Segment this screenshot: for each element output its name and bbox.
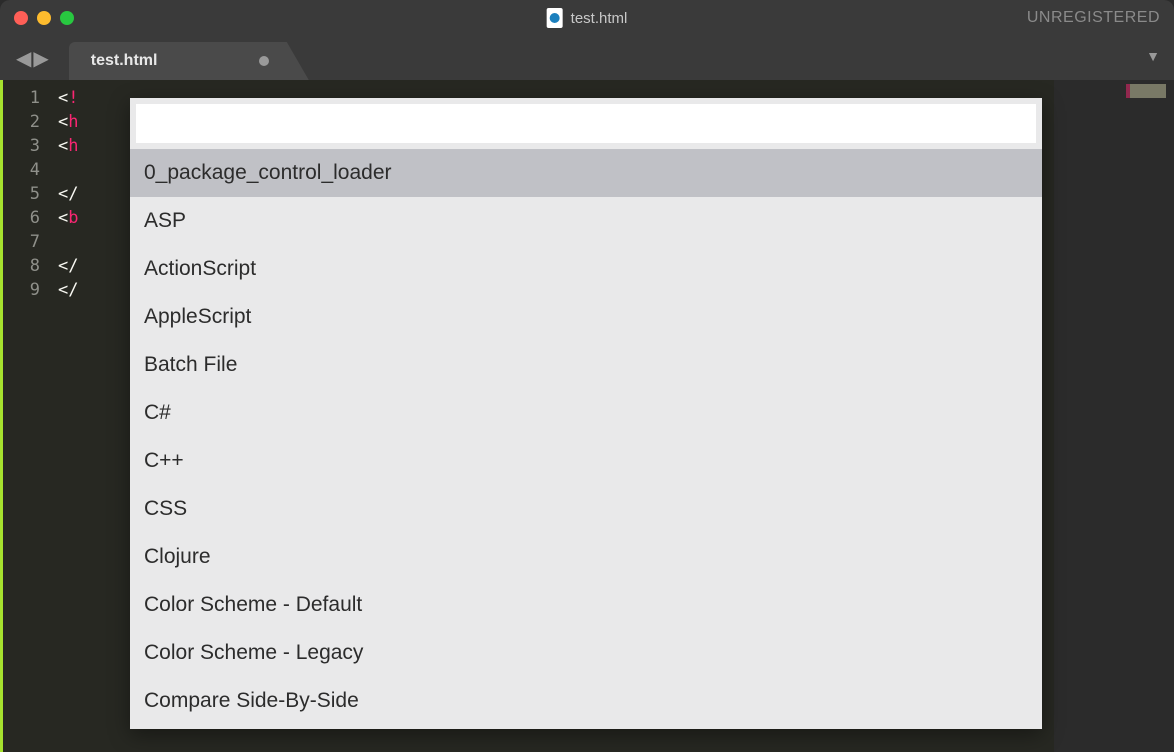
palette-input-wrap <box>136 104 1036 143</box>
gutter: 1 2 3 4 5 6 7 8 9 <box>0 80 58 752</box>
window-title-text: test.html <box>571 10 628 27</box>
line-number: 7 <box>3 230 58 254</box>
registration-status: UNREGISTERED <box>1027 9 1160 27</box>
palette-search-input[interactable] <box>146 112 1026 135</box>
palette-item[interactable]: Color Scheme - Default <box>130 581 1042 629</box>
maximize-window-button[interactable] <box>60 11 74 25</box>
nav-back-icon[interactable]: ◀ <box>16 46 31 71</box>
palette-list: 0_package_control_loader ASP ActionScrip… <box>130 149 1042 729</box>
tab-menu-icon[interactable]: ▼ <box>1146 48 1160 64</box>
palette-item[interactable]: 0_package_control_loader <box>130 149 1042 197</box>
palette-item[interactable]: C++ <box>130 437 1042 485</box>
tab-bar: ◀ ▶ test.html ▼ <box>0 36 1174 80</box>
line-number: 5 <box>3 182 58 206</box>
line-number: 6 <box>3 206 58 230</box>
line-number: 1 <box>3 86 58 110</box>
palette-item[interactable]: CSS <box>130 485 1042 533</box>
file-type-icon <box>547 8 563 28</box>
palette-item[interactable]: ASP <box>130 197 1042 245</box>
line-number: 2 <box>3 110 58 134</box>
titlebar: test.html UNREGISTERED <box>0 0 1174 36</box>
line-number: 4 <box>3 158 58 182</box>
command-palette: 0_package_control_loader ASP ActionScrip… <box>130 98 1042 729</box>
nav-forward-icon[interactable]: ▶ <box>33 46 48 71</box>
palette-item[interactable]: Batch File <box>130 341 1042 389</box>
tab-label: test.html <box>91 52 158 70</box>
palette-item[interactable]: ActionScript <box>130 245 1042 293</box>
dirty-indicator-icon <box>259 56 269 66</box>
palette-item[interactable]: Clojure <box>130 533 1042 581</box>
window-title: test.html <box>547 8 628 28</box>
tab-test-html[interactable]: test.html <box>69 42 309 80</box>
palette-item[interactable]: AppleScript <box>130 293 1042 341</box>
palette-item[interactable]: Compare Side-By-Side <box>130 677 1042 725</box>
palette-item[interactable]: C# <box>130 389 1042 437</box>
close-window-button[interactable] <box>14 11 28 25</box>
line-number: 3 <box>3 134 58 158</box>
minimap[interactable] <box>1054 80 1174 752</box>
line-number: 9 <box>3 278 58 302</box>
line-number: 8 <box>3 254 58 278</box>
window-controls <box>0 11 74 25</box>
minimap-content <box>1126 84 1166 98</box>
palette-item[interactable]: Color Scheme - Legacy <box>130 629 1042 677</box>
nav-arrows: ◀ ▶ <box>10 36 69 80</box>
minimize-window-button[interactable] <box>37 11 51 25</box>
